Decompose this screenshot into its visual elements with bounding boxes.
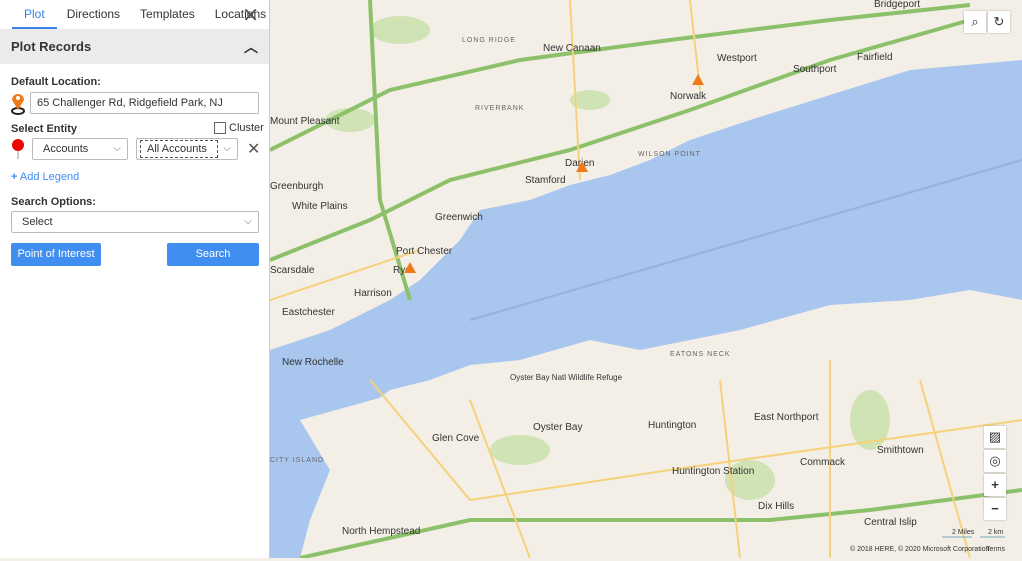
section-title: Plot Records <box>11 39 92 54</box>
zoom-in-button[interactable]: + <box>984 474 1006 496</box>
search-icon: ⌕ <box>971 14 979 29</box>
close-icon[interactable]: ✕ <box>242 3 259 28</box>
svg-text:Norwalk: Norwalk <box>670 91 707 102</box>
cluster-label: Cluster <box>229 122 264 134</box>
minus-icon: − <box>991 501 999 516</box>
remove-entity-icon[interactable]: ✕ <box>247 139 260 159</box>
svg-text:Fairfield: Fairfield <box>857 52 893 63</box>
svg-text:2 Miles: 2 Miles <box>952 529 975 536</box>
tab-bar: Plot Directions Templates Locations ✕ <box>0 0 269 29</box>
tab-locations[interactable]: Locations <box>205 0 276 29</box>
svg-text:Oyster Bay: Oyster Bay <box>533 422 582 433</box>
svg-text:Greenburgh: Greenburgh <box>270 181 323 192</box>
refresh-icon: ↻ <box>993 14 1005 29</box>
svg-text:CITY ISLAND: CITY ISLAND <box>270 457 324 464</box>
point-of-interest-button[interactable]: Point of Interest <box>11 243 101 266</box>
svg-text:Smithtown: Smithtown <box>877 445 924 456</box>
map[interactable]: Bridgeport New Canaan Westport Fairfield… <box>269 0 1022 560</box>
svg-text:East Northport: East Northport <box>754 412 819 423</box>
copyright: © 2018 HERE, © 2020 Microsoft Corporatio… <box>850 545 990 553</box>
tab-templates[interactable]: Templates <box>130 0 205 29</box>
locate-icon: ◎ <box>989 453 1001 468</box>
map-search-button[interactable]: ⌕ <box>964 11 986 33</box>
plus-icon: + <box>991 477 999 492</box>
tab-plot[interactable]: Plot <box>12 0 57 29</box>
entity-select[interactable]: Accounts ⌵ <box>32 138 128 160</box>
tab-directions[interactable]: Directions <box>57 0 130 29</box>
svg-text:RIVERBANK: RIVERBANK <box>475 105 524 112</box>
svg-text:New Canaan: New Canaan <box>543 43 601 54</box>
chevron-up-icon[interactable]: ︿ <box>244 37 258 57</box>
search-options-value: Select <box>22 216 53 228</box>
map-style-button[interactable]: ▨ <box>984 426 1006 448</box>
svg-text:Port Chester: Port Chester <box>396 246 453 257</box>
chevron-down-icon: ⌵ <box>223 143 231 154</box>
cluster-checkbox[interactable] <box>214 122 226 134</box>
search-options-select[interactable]: Select ⌵ <box>11 211 259 233</box>
locate-button[interactable]: ◎ <box>984 450 1006 472</box>
default-location-input[interactable]: 65 Challenger Rd, Ridgefield Park, NJ <box>30 92 259 114</box>
svg-text:LONG RIDGE: LONG RIDGE <box>462 37 516 44</box>
select-entity-label: Select Entity <box>11 123 78 135</box>
view-select[interactable]: All Accounts ⌵ <box>136 138 238 160</box>
svg-text:Greenwich: Greenwich <box>435 212 483 223</box>
svg-text:Huntington: Huntington <box>648 420 696 431</box>
svg-text:Southport: Southport <box>793 64 837 75</box>
default-location-label: Default Location: <box>11 76 101 88</box>
plot-panel: Plot Directions Templates Locations ✕ Pl… <box>0 0 270 558</box>
svg-text:Stamford: Stamford <box>525 175 566 186</box>
svg-text:WILSON POINT: WILSON POINT <box>638 151 701 158</box>
svg-text:New Rochelle: New Rochelle <box>282 357 344 368</box>
red-pin-icon[interactable] <box>10 138 26 160</box>
plot-records-header[interactable]: Plot Records ︿ <box>0 29 269 64</box>
svg-text:Central Islip: Central Islip <box>864 517 917 528</box>
svg-text:2 km: 2 km <box>988 529 1003 536</box>
svg-text:Bridgeport: Bridgeport <box>874 0 920 10</box>
terms-link[interactable]: Terms <box>986 546 1006 553</box>
svg-text:Mount Pleasant: Mount Pleasant <box>270 116 340 127</box>
svg-text:Huntington Station: Huntington Station <box>672 466 754 477</box>
svg-text:Glen Cove: Glen Cove <box>432 433 480 444</box>
svg-text:White Plains: White Plains <box>292 201 348 212</box>
search-options-label: Search Options: <box>11 196 96 208</box>
scale-bar: 2 Miles 2 km <box>942 529 1005 538</box>
svg-text:Westport: Westport <box>717 53 757 64</box>
search-button[interactable]: Search <box>167 243 259 266</box>
svg-text:Commack: Commack <box>800 457 846 468</box>
chevron-down-icon: ⌵ <box>244 216 252 227</box>
svg-text:Eastchester: Eastchester <box>282 307 335 318</box>
map-refresh-button[interactable]: ↻ <box>988 11 1010 33</box>
plus-icon: + <box>11 171 18 183</box>
svg-text:Oyster Bay Natl Wildlife Refug: Oyster Bay Natl Wildlife Refuge <box>510 373 623 382</box>
map-canvas[interactable]: Bridgeport New Canaan Westport Fairfield… <box>269 0 1022 560</box>
chevron-down-icon: ⌵ <box>113 143 121 154</box>
zoom-out-button[interactable]: − <box>984 498 1006 520</box>
add-legend-link[interactable]: + Add Legend <box>11 171 79 183</box>
view-value: All Accounts <box>140 140 218 158</box>
svg-text:Harrison: Harrison <box>354 288 392 299</box>
location-pin-icon <box>11 94 25 115</box>
add-legend-text: Add Legend <box>19 171 80 183</box>
svg-text:Scarsdale: Scarsdale <box>270 265 315 276</box>
entity-value: Accounts <box>43 143 89 155</box>
svg-text:North Hempstead: North Hempstead <box>342 526 420 537</box>
svg-text:EATONS NECK: EATONS NECK <box>670 351 731 358</box>
map-style-icon: ▨ <box>988 429 1002 444</box>
svg-text:Dix Hills: Dix Hills <box>758 501 794 512</box>
